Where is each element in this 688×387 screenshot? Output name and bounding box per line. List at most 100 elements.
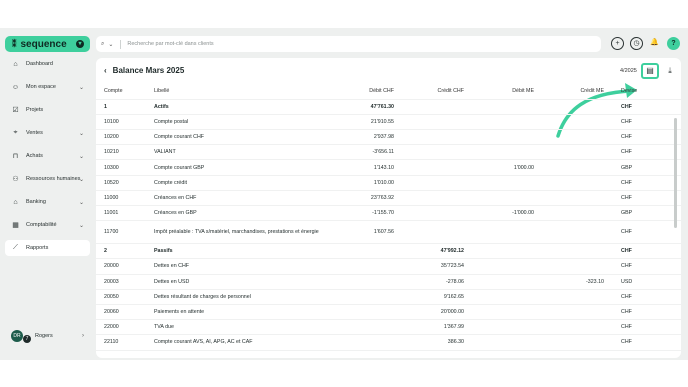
chevron-right-icon: › bbox=[82, 333, 84, 339]
sidebar-item-label: Banking bbox=[26, 199, 46, 205]
table-cell-cme bbox=[534, 190, 604, 207]
table-cell-credit bbox=[394, 159, 464, 176]
user-menu[interactable]: DR 7 Rogers › bbox=[5, 325, 90, 347]
sidebar-item-ressources-humaines[interactable]: ⚇ Ressources humaines ⌄ bbox=[5, 171, 90, 187]
table-cell-libelle: Compte courant CHF bbox=[154, 129, 324, 146]
table-cell-credit bbox=[394, 220, 464, 245]
sidebar-item-rapports[interactable]: ⟋ Rapports bbox=[5, 240, 90, 256]
checkbox-icon: ☑ bbox=[12, 107, 19, 114]
sidebar-item-label: Dashboard bbox=[26, 61, 53, 67]
table-cell-compte: 1 bbox=[96, 99, 154, 115]
table-cell-cme bbox=[534, 258, 604, 275]
table-cell-devise: GBP bbox=[604, 159, 681, 176]
table-cell-dme bbox=[464, 334, 534, 351]
table-row[interactable]: 2 Passifs 47'992.12 CHF bbox=[96, 243, 681, 260]
table-cell-compte: 10210 bbox=[96, 144, 154, 161]
bell-icon[interactable]: 🔔 bbox=[648, 37, 661, 50]
app-frame: ⁑ sequence ▾ ⌕ ⌄ Recherche par mot-clé d… bbox=[0, 28, 688, 360]
table-cell-cme bbox=[534, 129, 604, 146]
table-cell-dme bbox=[464, 114, 534, 131]
sidebar-item-projets[interactable]: ☑ Projets bbox=[5, 102, 90, 118]
column-header[interactable]: Libellé bbox=[154, 84, 324, 100]
table-cell-debit bbox=[324, 319, 394, 336]
column-header[interactable]: Devise bbox=[604, 84, 681, 100]
table-cell-devise: CHF bbox=[604, 258, 681, 275]
table-cell-debit: 21'910.55 bbox=[324, 114, 394, 131]
table-cell-credit bbox=[394, 99, 464, 115]
date-field[interactable]: 4/2025 bbox=[620, 68, 637, 74]
column-header[interactable]: Crédit ME bbox=[534, 84, 604, 100]
column-header[interactable]: Compte bbox=[96, 84, 154, 100]
table-row[interactable]: 20050 Dettes résultant de charges de pers… bbox=[96, 289, 681, 305]
table-cell-debit bbox=[324, 274, 394, 290]
table-row[interactable]: 10100 Compte postal 21'910.55 CHF bbox=[96, 114, 681, 131]
table-row[interactable]: 1 Actifs 47'761.30 CHF bbox=[96, 99, 681, 115]
table-cell-libelle: Actifs bbox=[154, 99, 324, 115]
table-row[interactable]: 11700 Impôt préalable : TVA s/matériel, m… bbox=[96, 220, 681, 245]
table-cell-compte: 2 bbox=[96, 243, 154, 260]
table-cell-dme bbox=[464, 258, 534, 275]
logo[interactable]: ⁑ sequence ▾ bbox=[5, 36, 90, 52]
chevron-down-icon[interactable]: ⌄ bbox=[108, 41, 113, 48]
sidebar-item-dashboard[interactable]: ⌂ Dashboard bbox=[5, 56, 90, 72]
logo-menu-icon[interactable]: ▾ bbox=[76, 40, 84, 48]
sidebar-item-mon-espace[interactable]: ☺ Mon espace ⌄ bbox=[5, 79, 90, 95]
table-cell-debit bbox=[324, 243, 394, 260]
table-cell-cme: -323.10 bbox=[534, 274, 604, 290]
sidebar-item-ventes[interactable]: ⌖ Ventes ⌄ bbox=[5, 125, 90, 141]
table-cell-libelle: VALIANT bbox=[154, 144, 324, 161]
table-cell-credit: 1'367.99 bbox=[394, 319, 464, 336]
table-cell-libelle: TVA due bbox=[154, 319, 324, 336]
table-row[interactable]: 10520 Compte crédit 1'010.00 CHF bbox=[96, 175, 681, 191]
table-cell-cme bbox=[534, 304, 604, 321]
sidebar-item-label: Achats bbox=[26, 153, 43, 159]
table-cell-devise: CHF bbox=[604, 304, 681, 321]
download-button[interactable]: ⤓ bbox=[664, 64, 676, 78]
chevron-down-icon: ⌄ bbox=[78, 176, 84, 183]
table-row[interactable]: 22000 TVA due 1'367.99 CHF bbox=[96, 319, 681, 336]
table-row[interactable]: 11001 Créances en GBP -1'155.70 -1'000.00 GB… bbox=[96, 205, 681, 222]
table-row[interactable]: 10210 VALIANT -3'656.11 CHF bbox=[96, 144, 681, 161]
help-icon[interactable]: ? bbox=[667, 37, 680, 50]
sidebar-item-label: Mon espace bbox=[26, 84, 56, 90]
table-row[interactable]: 20000 Dettes en CHF 35'723.54 CHF bbox=[96, 258, 681, 275]
table-cell-credit: 35'723.54 bbox=[394, 258, 464, 275]
sidebar-item-label: Ressources humaines bbox=[26, 176, 81, 182]
table-cell-libelle: Passifs bbox=[154, 243, 324, 260]
search-bar[interactable]: ⌕ ⌄ Recherche par mot-clé dans clients bbox=[96, 36, 601, 52]
table-cell-compte: 20050 bbox=[96, 289, 154, 305]
search-input[interactable]: Recherche par mot-clé dans clients bbox=[127, 41, 213, 47]
table-row[interactable]: 20060 Paiements en attente 20'000.00 CHF bbox=[96, 304, 681, 321]
table-cell-credit bbox=[394, 114, 464, 131]
scrollbar[interactable] bbox=[674, 118, 677, 228]
table-row[interactable]: 22110 Compte courant AVS, AI, APG, AC et … bbox=[96, 334, 681, 351]
table-cell-compte: 20003 bbox=[96, 274, 154, 290]
column-header[interactable]: Crédit CHF bbox=[394, 84, 464, 100]
clock-icon[interactable]: ◷ bbox=[630, 37, 643, 50]
table-row[interactable]: 10200 Compte courant CHF 2'937.98 CHF bbox=[96, 129, 681, 146]
table-cell-dme bbox=[464, 289, 534, 305]
sidebar-item-label: Projets bbox=[26, 107, 44, 113]
sidebar-item-banking[interactable]: ⌂ Banking ⌄ bbox=[5, 194, 90, 210]
calendar-button[interactable]: ▤ bbox=[641, 63, 659, 79]
table-row[interactable]: 10300 Compte courant GBP 1'143.10 1'000.00 G… bbox=[96, 159, 681, 176]
sidebar-item-label: Rapports bbox=[26, 245, 49, 251]
sidebar-item-comptabilite[interactable]: ▦ Comptabilité ⌄ bbox=[5, 217, 90, 233]
table-cell-libelle: Compte postal bbox=[154, 114, 324, 131]
column-header[interactable]: Débit CHF bbox=[324, 84, 394, 100]
column-header[interactable]: Débit ME bbox=[464, 84, 534, 100]
table-cell-devise: CHF bbox=[604, 114, 681, 131]
table-row[interactable]: 11000 Créances en CHF 23'763.92 CHF bbox=[96, 190, 681, 207]
add-icon[interactable]: + bbox=[611, 37, 624, 50]
sidebar-item-achats[interactable]: ⊓ Achats ⌄ bbox=[5, 148, 90, 164]
tag-icon: ⌖ bbox=[13, 129, 18, 136]
table-row[interactable]: 20003 Dettes en USD -278.06 -323.10 USD bbox=[96, 274, 681, 290]
sidebar-item-label: Comptabilité bbox=[26, 222, 57, 228]
table-cell-compte: 10520 bbox=[96, 175, 154, 191]
table-cell-debit bbox=[324, 258, 394, 275]
table-cell-debit: 1'143.10 bbox=[324, 159, 394, 176]
table-cell-debit: -3'656.11 bbox=[324, 144, 394, 161]
back-arrow-icon[interactable]: ‹ bbox=[104, 66, 107, 75]
table-cell-cme bbox=[534, 144, 604, 161]
table-cell-credit bbox=[394, 129, 464, 146]
